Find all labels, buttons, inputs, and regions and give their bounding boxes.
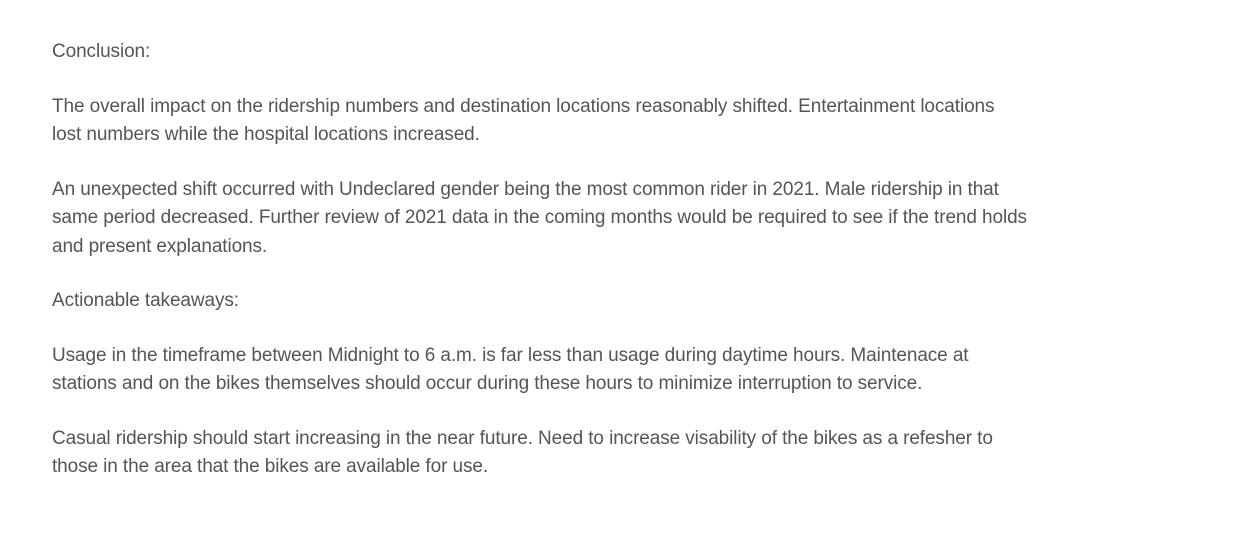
text-document: Conclusion: The overall impact on the ri…	[52, 38, 1027, 508]
actionable-takeaways-heading: Actionable takeaways:	[52, 287, 1027, 316]
paragraph-gender-shift: An unexpected shift occurred with Undecl…	[52, 176, 1027, 262]
text-line: Conclusion:	[52, 41, 151, 62]
text-line: and present explanations.	[52, 235, 268, 257]
paragraph-casual-ridership: Casual ridership should start increasing…	[52, 425, 1027, 482]
text-line: stations and on the bikes themselves sho…	[52, 373, 923, 394]
text-line: Usage in the timeframe between Midnight …	[52, 344, 969, 366]
text-line: those in the area that the bikes are ava…	[52, 456, 488, 477]
text-line: An unexpected shift occurred with Undecl…	[52, 178, 999, 200]
text-line: The overall impact on the ridership numb…	[52, 95, 995, 117]
text-line: same period decreased. Further review of…	[52, 207, 1027, 228]
text-line: lost numbers while the hospital location…	[52, 124, 480, 145]
paragraph-maintenance: Usage in the timeframe between Midnight …	[52, 342, 1027, 399]
text-line: Actionable takeaways:	[52, 290, 239, 311]
conclusion-heading: Conclusion:	[52, 38, 1027, 67]
paragraph-ridership-impact: The overall impact on the ridership numb…	[52, 93, 1027, 150]
text-line: Casual ridership should start increasing…	[52, 427, 993, 449]
